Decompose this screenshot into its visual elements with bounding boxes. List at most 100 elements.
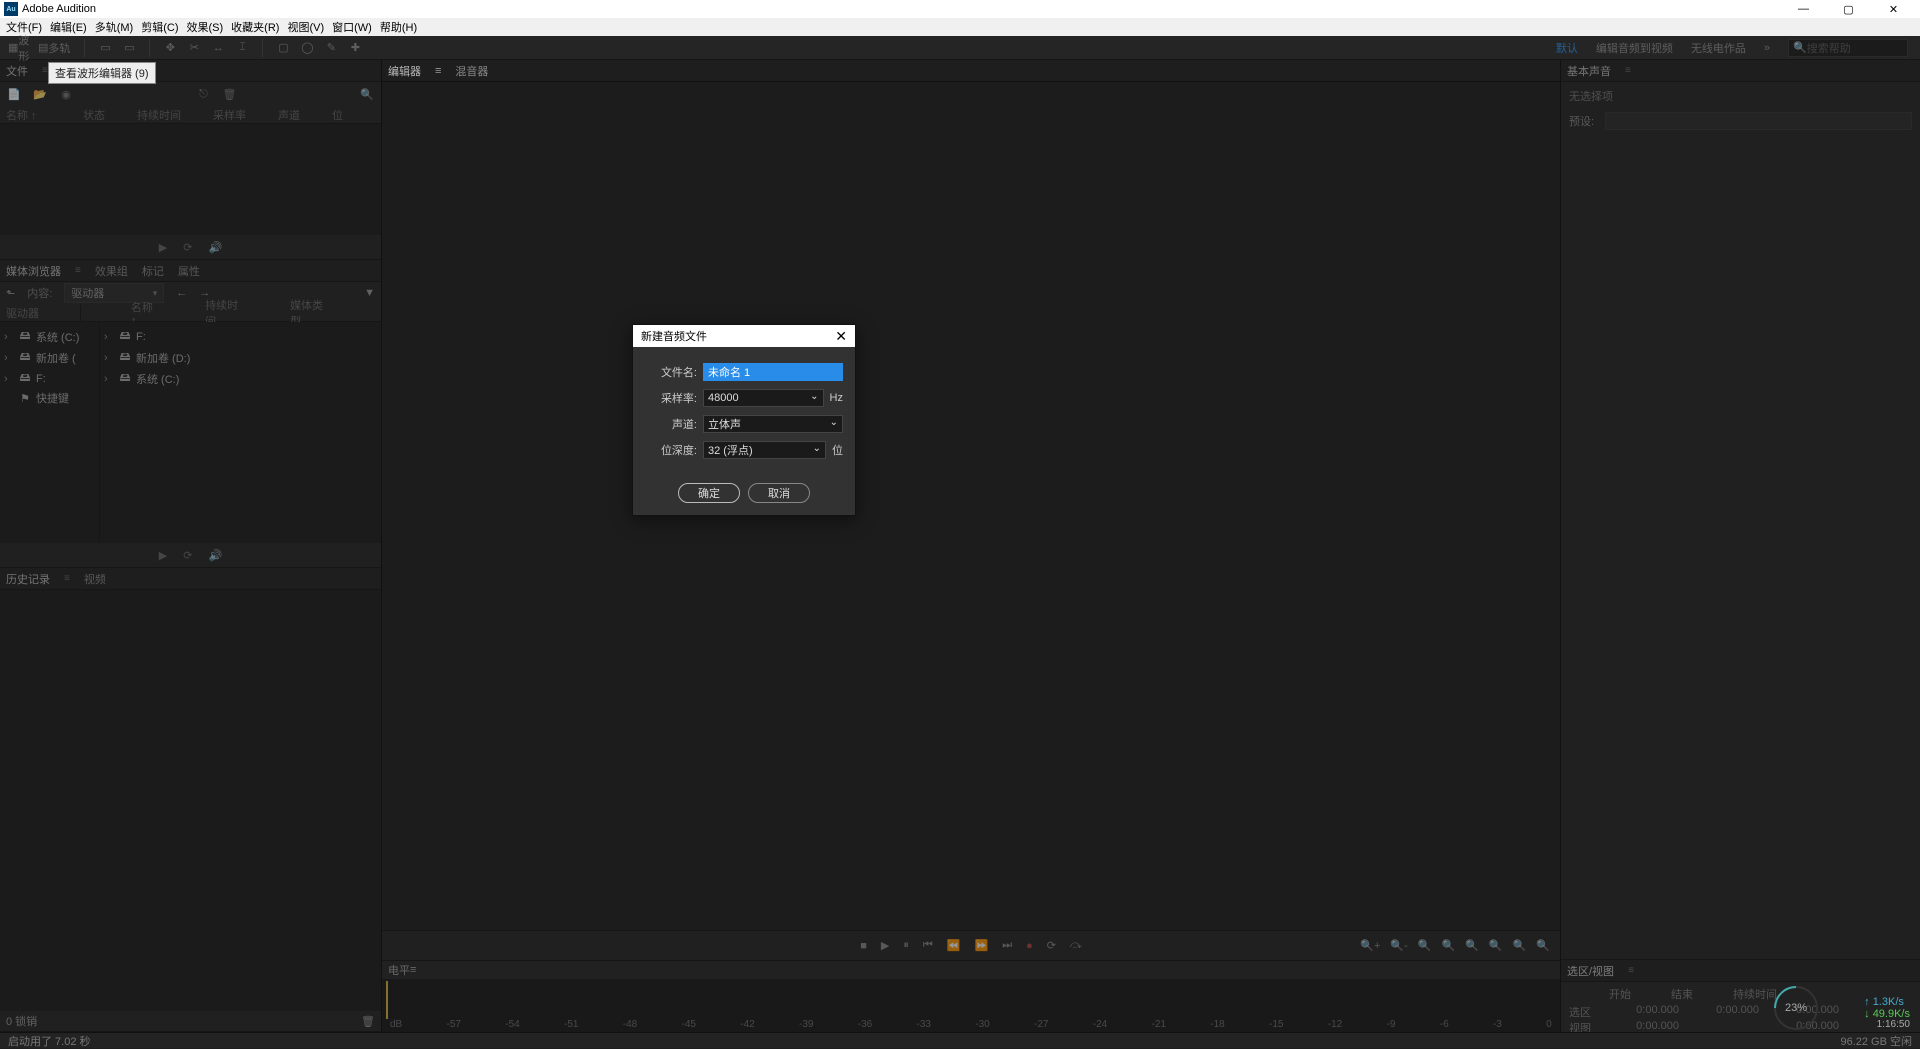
tab-media-browser[interactable]: 媒体浏览器 xyxy=(6,263,61,279)
editor-canvas[interactable] xyxy=(382,82,1560,930)
tree-item[interactable]: ›🖴系统 (C:) xyxy=(100,368,381,389)
move-tool-icon[interactable]: ✥ xyxy=(158,36,182,60)
tab-effects-rack[interactable]: 效果组 xyxy=(95,263,128,279)
tool-icon[interactable]: ▭ xyxy=(93,36,117,60)
tab-editor[interactable]: 编辑器 xyxy=(388,63,421,79)
workspace-audio-video[interactable]: 编辑音频到视频 xyxy=(1596,40,1673,56)
zoom-out-icon[interactable]: 🔍- xyxy=(1390,939,1407,952)
zoom-tool-icon[interactable]: 🔍 xyxy=(1465,939,1479,952)
menu-edit[interactable]: 编辑(E) xyxy=(50,19,87,35)
play-icon[interactable]: ▶ xyxy=(159,549,167,562)
tab-history[interactable]: 历史记录 xyxy=(6,571,50,587)
slip-tool-icon[interactable]: ↔ xyxy=(206,36,230,60)
tab-files[interactable]: 文件 xyxy=(6,63,28,79)
close-button[interactable]: ✕ xyxy=(1871,0,1916,18)
tree-item[interactable]: ›🖴F: xyxy=(100,326,381,347)
time-select-tool-icon[interactable]: ⌶ xyxy=(230,36,254,60)
panel-menu-icon[interactable]: ≡ xyxy=(1628,965,1634,976)
tab-essential-sound[interactable]: 基本声音 xyxy=(1567,63,1611,79)
stop-button[interactable]: ■ xyxy=(860,940,867,952)
search-icon[interactable]: 🔍 xyxy=(359,86,375,102)
zoom-tool-icon[interactable]: 🔍 xyxy=(1513,939,1527,952)
autoplay-icon[interactable]: 🔊 xyxy=(208,549,222,562)
loop-button[interactable]: ⟳ xyxy=(1047,939,1056,952)
tree-item[interactable]: ›🖴新加卷 ( xyxy=(0,347,99,368)
lasso-tool-icon[interactable]: ◯ xyxy=(295,36,319,60)
tab-markers[interactable]: 标记 xyxy=(142,263,164,279)
panel-menu-icon[interactable]: ≡ xyxy=(75,265,81,276)
zoom-tool-icon[interactable]: 🔍 xyxy=(1536,939,1550,952)
tree-item[interactable]: ›🖴F: xyxy=(0,368,99,389)
dialog-close-icon[interactable]: ✕ xyxy=(835,328,847,345)
panel-menu-icon[interactable]: ≡ xyxy=(1625,65,1631,76)
open-file-icon[interactable]: 📂 xyxy=(32,86,48,102)
up-folder-icon[interactable]: ⬑ xyxy=(6,287,15,300)
menu-file[interactable]: 文件(F) xyxy=(6,19,42,35)
marquee-tool-icon[interactable]: ▢ xyxy=(271,36,295,60)
skip-button[interactable]: ⤼ xyxy=(1070,939,1082,952)
dialog-titlebar[interactable]: 新建音频文件 ✕ xyxy=(633,325,855,347)
db-scale: dB-57-54-51-48-45-42-39-36-33-30-27-24-2… xyxy=(382,1019,1560,1033)
zoom-in-icon[interactable]: 🔍+ xyxy=(1360,939,1380,952)
go-start-button[interactable]: ⏮ xyxy=(923,939,933,952)
multitrack-mode-button[interactable]: ▤ 多轨 xyxy=(32,36,76,60)
menu-view[interactable]: 视图(V) xyxy=(287,19,324,35)
tree-item[interactable]: ›🖴新加卷 (D:) xyxy=(100,347,381,368)
minimize-button[interactable]: — xyxy=(1781,0,1826,18)
menu-effects[interactable]: 效果(S) xyxy=(187,19,224,35)
tab-mixer[interactable]: 混音器 xyxy=(455,63,488,79)
new-file-icon[interactable]: 📄 xyxy=(6,86,22,102)
ffwd-button[interactable]: ⏩ xyxy=(974,939,988,952)
trash-icon[interactable]: 🗑 xyxy=(222,86,238,102)
pause-button[interactable]: ⏸ xyxy=(903,939,909,952)
heal-tool-icon[interactable]: ✚ xyxy=(343,36,367,60)
back-icon[interactable]: ← xyxy=(176,287,187,299)
loop-icon[interactable]: ⟳ xyxy=(183,549,192,562)
menu-window[interactable]: 窗口(W) xyxy=(332,19,372,35)
zoom-tool-icon[interactable]: 🔍 xyxy=(1441,939,1455,952)
filter-icon[interactable]: ▼ xyxy=(364,287,375,299)
bitdepth-select[interactable]: 32 (浮点) xyxy=(703,441,826,459)
autoplay-icon[interactable]: 🔊 xyxy=(208,241,222,254)
record-icon[interactable]: ◉ xyxy=(58,86,74,102)
menu-help[interactable]: 帮助(H) xyxy=(380,19,417,35)
panel-menu-icon[interactable]: ≡ xyxy=(42,65,48,76)
panel-menu-icon[interactable]: ≡ xyxy=(435,65,441,77)
menu-clip[interactable]: 剪辑(C) xyxy=(141,19,178,35)
zoom-tool-icon[interactable]: 🔍 xyxy=(1489,939,1503,952)
panel-menu-icon[interactable]: ≡ xyxy=(410,964,416,976)
preset-dropdown[interactable] xyxy=(1605,112,1912,130)
tree-item[interactable]: ⚑快捷键 xyxy=(0,389,99,407)
workspace-radio[interactable]: 无线电作品 xyxy=(1691,40,1746,56)
tool-icon[interactable]: ▭ xyxy=(117,36,141,60)
workspace-default[interactable]: 默认 xyxy=(1556,40,1578,56)
zoom-tool-icon[interactable]: 🔍 xyxy=(1418,939,1432,952)
menu-multitrack[interactable]: 多轨(M) xyxy=(95,19,134,35)
samplerate-select[interactable]: 48000 xyxy=(703,389,824,407)
tab-levels[interactable]: 电平 xyxy=(388,962,410,978)
filter-icon[interactable]: ⎋ xyxy=(196,86,212,102)
tab-properties[interactable]: 属性 xyxy=(178,263,200,279)
workspace-more[interactable]: » xyxy=(1764,42,1770,54)
brush-tool-icon[interactable]: ✎ xyxy=(319,36,343,60)
razor-tool-icon[interactable]: ✂ xyxy=(182,36,206,60)
maximize-button[interactable]: ▢ xyxy=(1826,0,1871,18)
loop-icon[interactable]: ⟳ xyxy=(183,241,192,254)
waveform-mode-button[interactable]: ▦ 波形 xyxy=(8,36,32,60)
channels-select[interactable]: 立体声 xyxy=(703,415,843,433)
tab-video[interactable]: 视频 xyxy=(84,571,106,587)
cancel-button[interactable]: 取消 xyxy=(748,483,810,503)
go-end-button[interactable]: ⏭ xyxy=(1002,939,1012,952)
panel-menu-icon[interactable]: ≡ xyxy=(64,573,70,584)
rewind-button[interactable]: ⏪ xyxy=(947,939,961,952)
record-button[interactable]: ● xyxy=(1026,940,1033,952)
trash-icon[interactable]: 🗑 xyxy=(361,1015,375,1028)
menu-favorites[interactable]: 收藏夹(R) xyxy=(231,19,279,35)
ok-button[interactable]: 确定 xyxy=(678,483,740,503)
play-button[interactable]: ▶ xyxy=(881,939,889,952)
filename-input[interactable]: 未命名 1 xyxy=(703,363,843,381)
tab-selection-view[interactable]: 选区/视图 xyxy=(1567,963,1614,979)
play-icon[interactable]: ▶ xyxy=(159,241,167,254)
help-search-input[interactable]: 🔍 搜索帮助 xyxy=(1788,39,1908,57)
tree-item[interactable]: ›🖴系统 (C:) xyxy=(0,326,99,347)
